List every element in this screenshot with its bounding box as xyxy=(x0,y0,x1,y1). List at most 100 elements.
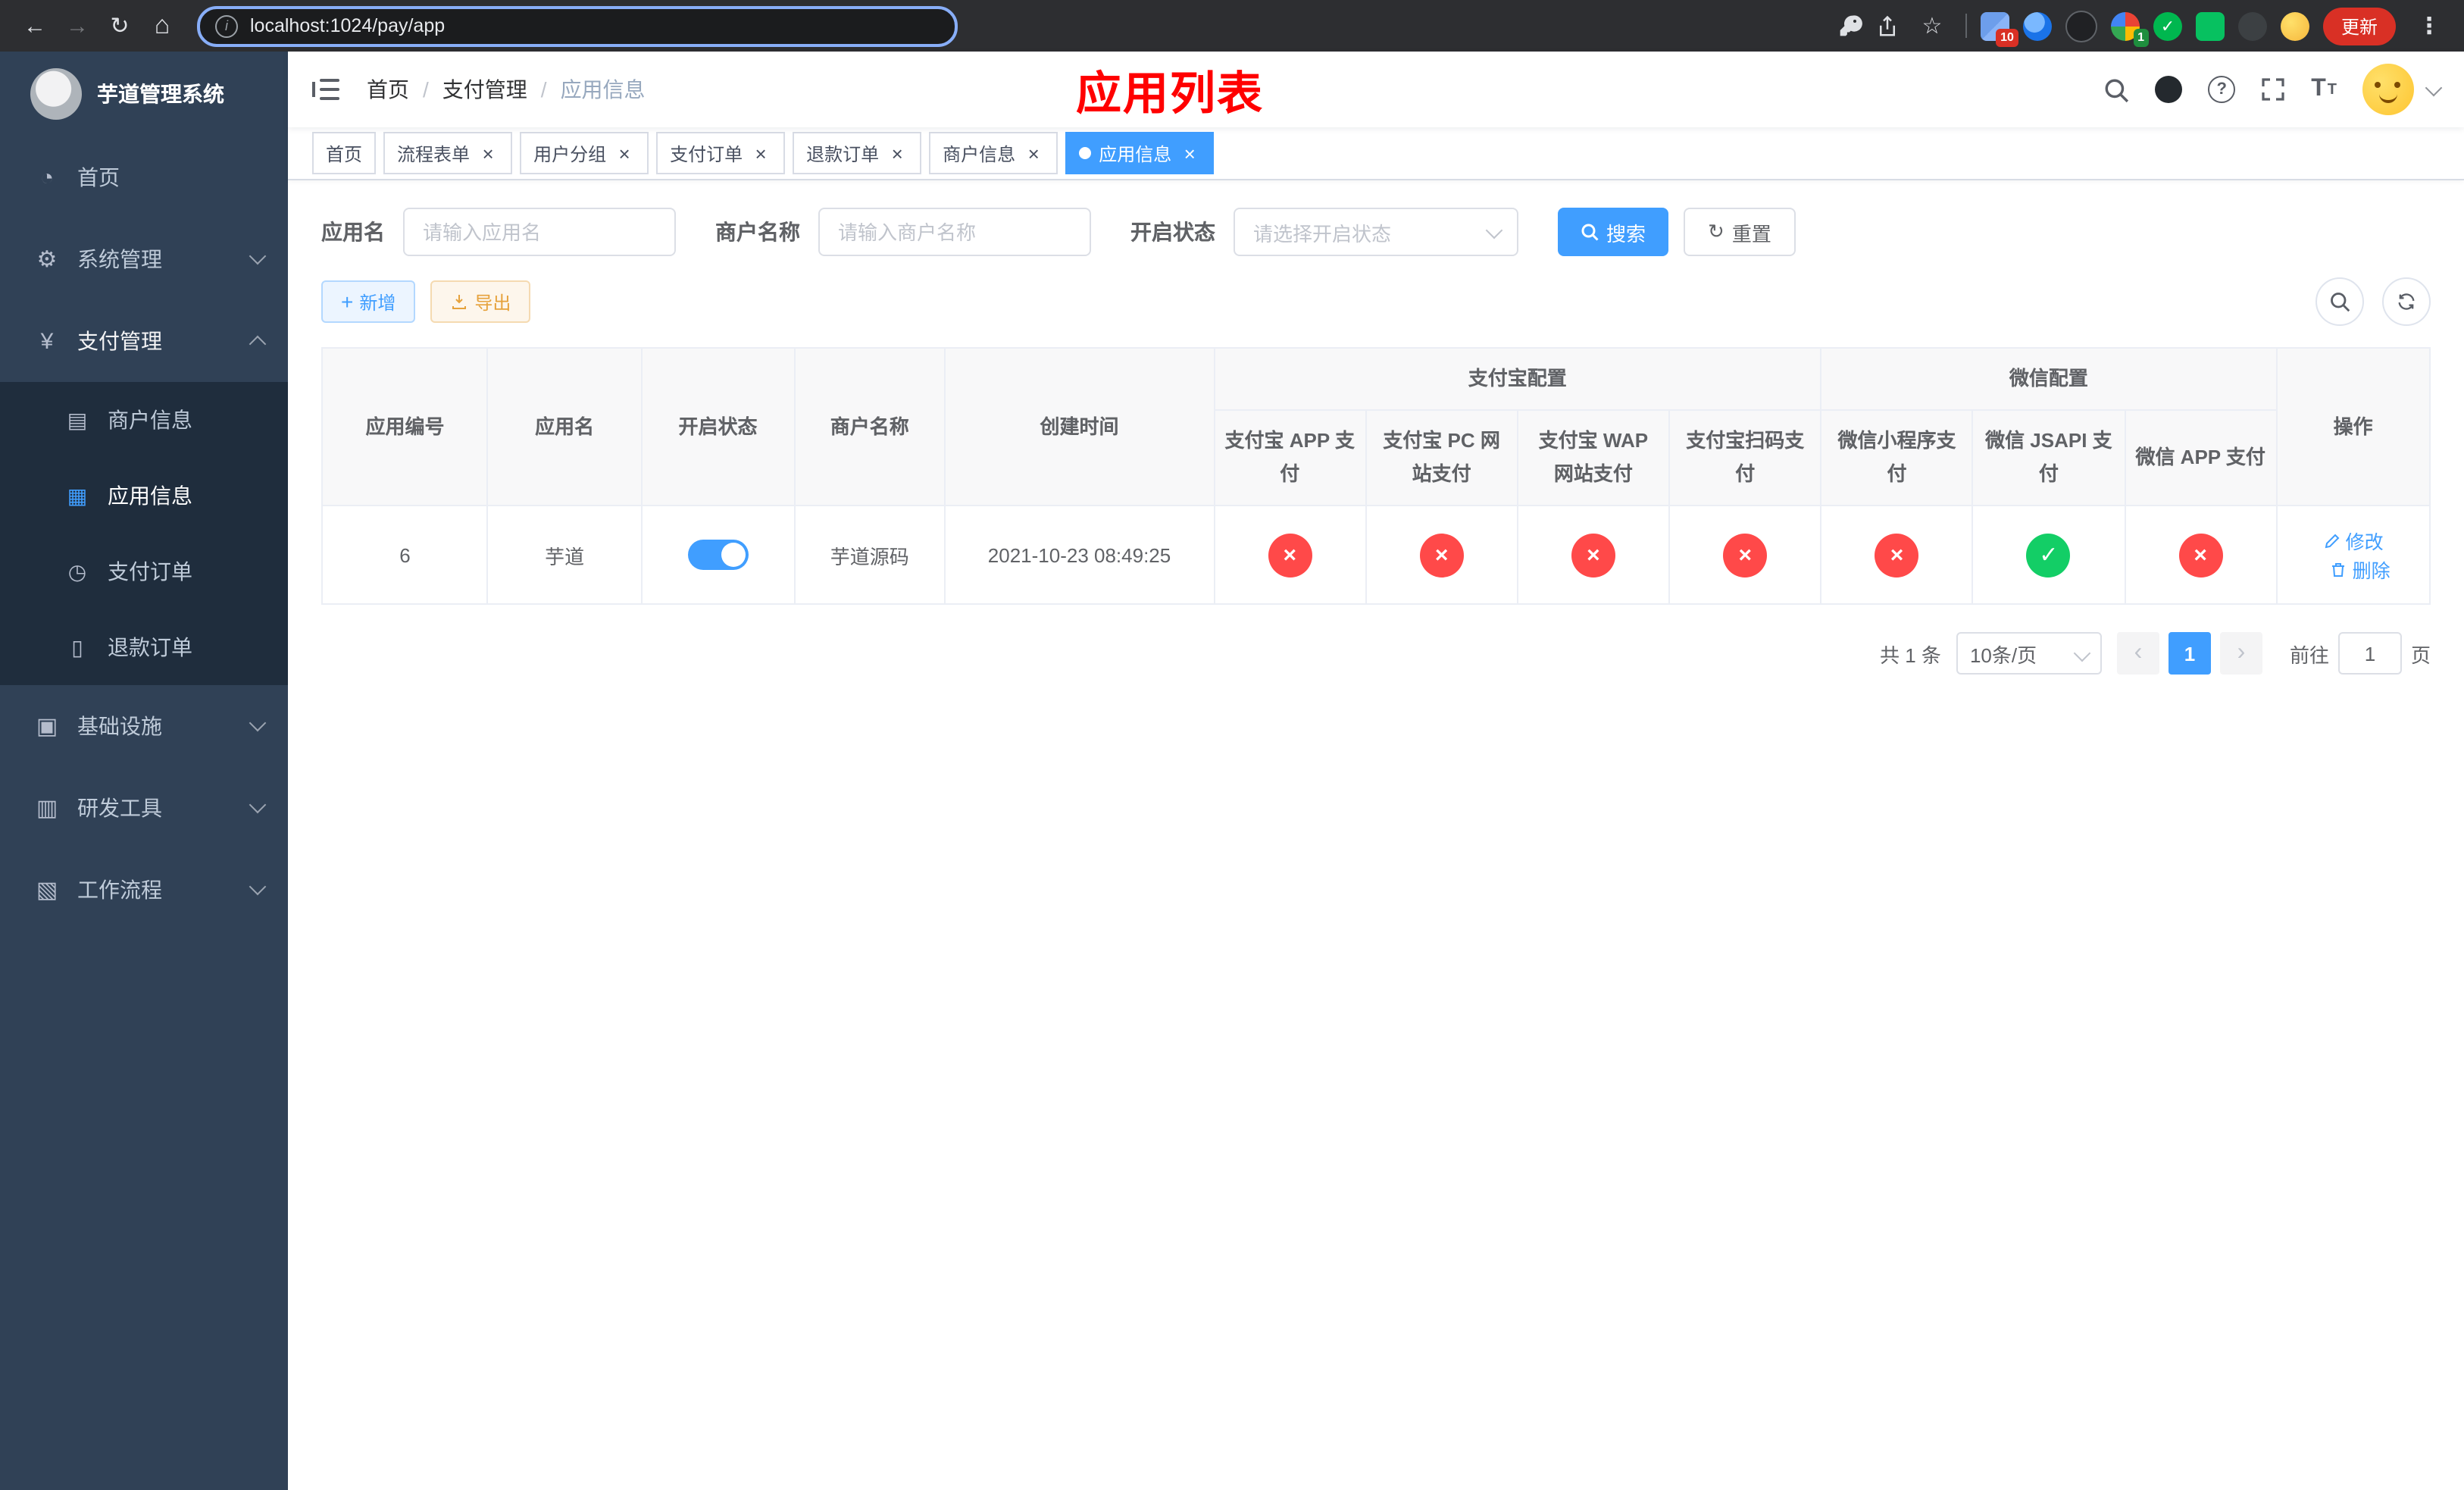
refresh-table-button[interactable] xyxy=(2382,277,2431,326)
browser-menu-icon[interactable] xyxy=(2409,6,2449,45)
fullscreen-icon[interactable] xyxy=(2261,77,2285,102)
add-button[interactable]: 新增 xyxy=(321,280,416,323)
toggle-search-button[interactable] xyxy=(2315,277,2364,326)
extension-icon-2[interactable] xyxy=(2022,11,2052,40)
search-button[interactable]: 搜索 xyxy=(1558,208,1669,256)
extension-icon-5[interactable] xyxy=(2153,11,2182,40)
logo-avatar xyxy=(30,68,82,120)
cell-alipay-app: × xyxy=(1213,505,1367,606)
sidebar-item-pay-orders[interactable]: ◷ 支付订单 xyxy=(0,534,288,609)
bookmark-star-icon[interactable] xyxy=(1912,6,1952,45)
extension-icon-7[interactable] xyxy=(2237,11,2267,40)
extension-icon-1[interactable]: 10 xyxy=(1980,11,2018,46)
export-button[interactable]: 导出 xyxy=(430,280,531,323)
browser-update-button[interactable]: 更新 xyxy=(2322,7,2396,45)
cell-alipay-pc: × xyxy=(1365,505,1518,606)
tab-process-form[interactable]: 流程表单 xyxy=(383,132,513,174)
gear-icon: ⚙ xyxy=(36,247,58,273)
tab-close-icon[interactable] xyxy=(1179,142,1200,164)
current-page-button[interactable]: 1 xyxy=(2168,632,2211,675)
sidebar-item-merchant-info[interactable]: ▤ 商户信息 xyxy=(0,382,288,458)
app-name-label: 应用名 xyxy=(321,220,385,244)
grid-icon: ▦ xyxy=(67,483,88,507)
font-size-icon[interactable] xyxy=(2311,76,2337,103)
search-icon xyxy=(2331,293,2350,312)
extension-icon-6[interactable] xyxy=(2195,11,2225,40)
status-icon: × xyxy=(1268,533,1312,578)
tab-user-group[interactable]: 用户分组 xyxy=(520,132,649,174)
tabs-bar: 首页 流程表单 用户分组 支付订单 退款订单 商户信息 应用信息 xyxy=(288,127,2464,180)
prev-page-button[interactable] xyxy=(2116,632,2159,675)
share-icon[interactable] xyxy=(1876,14,1899,37)
sidebar-item-dev-tools[interactable]: ▥ 研发工具 xyxy=(0,767,288,849)
edit-link[interactable]: 修改 xyxy=(2323,527,2384,556)
avatar[interactable] xyxy=(2362,64,2414,115)
tab-close-icon[interactable] xyxy=(477,142,499,164)
breadcrumb-payment[interactable]: 支付管理 xyxy=(442,74,527,105)
sidebar-item-refund-orders[interactable]: ▯ 退款订单 xyxy=(0,609,288,685)
sidebar: 芋道管理系统 ◔ 首页 ⚙ 系统管理 ¥ 支付管理 ▤ 商户信息 ▦ 应用信息 … xyxy=(0,52,288,1490)
col-header-alipay-pc: 支付宝 PC 网站支付 xyxy=(1365,409,1518,507)
breadcrumb-current: 应用信息 xyxy=(560,77,646,102)
browser-actions: 10 1 更新 xyxy=(1838,6,2449,46)
browser-reload-icon[interactable] xyxy=(100,6,139,45)
help-icon[interactable] xyxy=(2208,76,2236,103)
tab-refund-orders[interactable]: 退款订单 xyxy=(793,132,922,174)
col-header-alipay-qr: 支付宝扫码支付 xyxy=(1668,409,1822,507)
card-icon: ▤ xyxy=(67,407,88,431)
address-bar[interactable]: i localhost:1024/pay/app xyxy=(197,5,958,46)
password-key-icon[interactable] xyxy=(1838,14,1862,38)
cell-merchant: 芋道源码 xyxy=(793,505,946,606)
sidebar-item-app-info[interactable]: ▦ 应用信息 xyxy=(0,458,288,534)
status-toggle[interactable] xyxy=(687,540,749,571)
reset-button[interactable]: 重置 xyxy=(1684,208,1796,256)
page-size-select[interactable]: 10条/页 xyxy=(1956,632,2102,675)
goto-page-input[interactable] xyxy=(2337,632,2402,675)
browser-back-icon[interactable] xyxy=(15,6,55,45)
cell-wechat-app: × xyxy=(2124,505,2278,606)
cell-wechat-jsapi: ✓ xyxy=(1972,505,2126,606)
tab-app-info[interactable]: 应用信息 xyxy=(1065,132,1215,174)
tab-home[interactable]: 首页 xyxy=(312,132,377,174)
sidebar-item-home[interactable]: ◔ 首页 xyxy=(0,136,288,218)
browser-home-icon[interactable] xyxy=(142,6,182,45)
breadcrumb-home[interactable]: 首页 xyxy=(367,74,409,105)
sidebar-collapse-icon[interactable] xyxy=(312,79,339,100)
edit-pencil-icon xyxy=(2325,534,2340,548)
browser-forward-icon[interactable] xyxy=(58,6,97,45)
plus-icon xyxy=(341,290,353,314)
extension-icon-4[interactable]: 1 xyxy=(2110,11,2149,46)
sidebar-item-infrastructure[interactable]: ▣ 基础设施 xyxy=(0,685,288,767)
col-header-merchant: 商户名称 xyxy=(793,346,946,507)
status-icon: × xyxy=(1571,533,1615,578)
search-icon[interactable] xyxy=(2103,77,2129,102)
github-icon[interactable] xyxy=(2155,76,2183,103)
delete-link[interactable]: 删除 xyxy=(2330,556,2391,584)
sidebar-item-system[interactable]: ⚙ 系统管理 xyxy=(0,218,288,300)
col-header-actions: 操作 xyxy=(2275,346,2431,507)
extension-icon-3[interactable] xyxy=(2065,10,2097,42)
sidebar-item-payment[interactable]: ¥ 支付管理 xyxy=(0,300,288,382)
app-title: 芋道管理系统 xyxy=(97,82,224,106)
merchant-name-label: 商户名称 xyxy=(715,220,800,244)
sidebar-logo[interactable]: 芋道管理系统 xyxy=(0,52,288,136)
tab-pay-orders[interactable]: 支付订单 xyxy=(656,132,786,174)
group-header-wechat: 微信配置 xyxy=(1820,346,2278,412)
sidebar-item-workflow[interactable]: ▧ 工作流程 xyxy=(0,849,288,931)
tab-close-icon[interactable] xyxy=(750,142,771,164)
screen: i localhost:1024/pay/app 10 1 更新 xyxy=(0,0,2464,1490)
refresh-icon xyxy=(1708,220,1724,244)
status-select[interactable]: 请选择开启状态 xyxy=(1234,208,1518,256)
tab-close-icon[interactable] xyxy=(614,142,635,164)
merchant-name-input[interactable] xyxy=(818,208,1091,256)
tab-close-icon[interactable] xyxy=(1023,142,1044,164)
tab-merchant-info[interactable]: 商户信息 xyxy=(929,132,1058,174)
app-name-input[interactable] xyxy=(403,208,676,256)
extension-icon-8[interactable] xyxy=(2280,11,2309,40)
dashboard-icon: ◔ xyxy=(39,164,55,190)
tab-close-icon[interactable] xyxy=(886,142,908,164)
monitor-icon: ▣ xyxy=(36,714,58,740)
site-info-icon[interactable]: i xyxy=(215,14,238,37)
chevron-down-icon[interactable] xyxy=(2425,79,2443,97)
next-page-button[interactable] xyxy=(2219,632,2262,675)
